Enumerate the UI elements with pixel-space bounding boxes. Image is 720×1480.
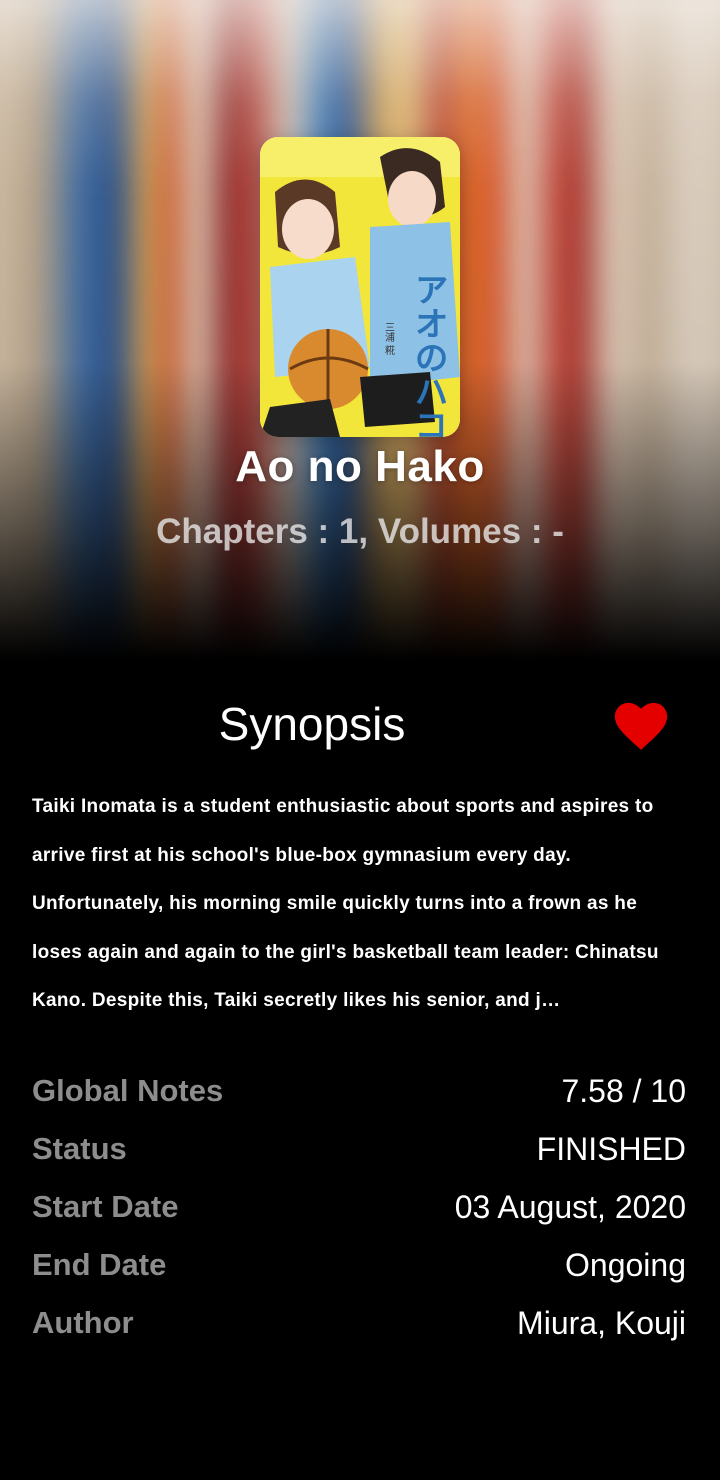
info-row-start-date: Start Date 03 August, 2020 bbox=[32, 1178, 686, 1236]
info-row-status: Status FINISHED bbox=[32, 1120, 686, 1178]
favorite-button[interactable] bbox=[610, 698, 672, 754]
synopsis-heading: Synopsis bbox=[218, 698, 406, 750]
status-value: FINISHED bbox=[536, 1130, 686, 1167]
info-list: Global Notes 7.58 / 10 Status FINISHED S… bbox=[32, 1062, 686, 1352]
manga-title: Ao no Hako bbox=[235, 442, 485, 491]
global-notes-label: Global Notes bbox=[32, 1073, 224, 1108]
end-date-label: End Date bbox=[32, 1247, 167, 1282]
info-row-global-notes: Global Notes 7.58 / 10 bbox=[32, 1062, 686, 1120]
hero-header: アオのハコ 三浦 糀 Ao no Hako Chapters : 1, Volu… bbox=[0, 0, 720, 660]
author-value: Miura, Kouji bbox=[517, 1304, 686, 1341]
global-notes-value: 7.58 / 10 bbox=[561, 1072, 686, 1109]
chapters-volumes-info: Chapters : 1, Volumes : - bbox=[156, 512, 564, 551]
cover-image[interactable]: アオのハコ 三浦 糀 bbox=[260, 137, 460, 437]
start-date-value: 03 August, 2020 bbox=[454, 1188, 686, 1225]
cover-title-jp: アオのハコ bbox=[408, 272, 448, 437]
end-date-value: Ongoing bbox=[565, 1246, 686, 1283]
start-date-label: Start Date bbox=[32, 1189, 179, 1224]
info-row-end-date: End Date Ongoing bbox=[32, 1236, 686, 1294]
author-label: Author bbox=[32, 1305, 134, 1340]
cover-author-jp: 三浦 糀 bbox=[383, 322, 395, 356]
synopsis-text: Taiki Inomata is a student enthusiastic … bbox=[32, 796, 659, 1011]
status-label: Status bbox=[32, 1131, 127, 1166]
info-row-author: Author Miura, Kouji bbox=[32, 1294, 686, 1352]
manga-details-screen: アオのハコ 三浦 糀 Ao no Hako Chapters : 1, Volu… bbox=[0, 0, 720, 1480]
heart-icon bbox=[614, 702, 668, 750]
